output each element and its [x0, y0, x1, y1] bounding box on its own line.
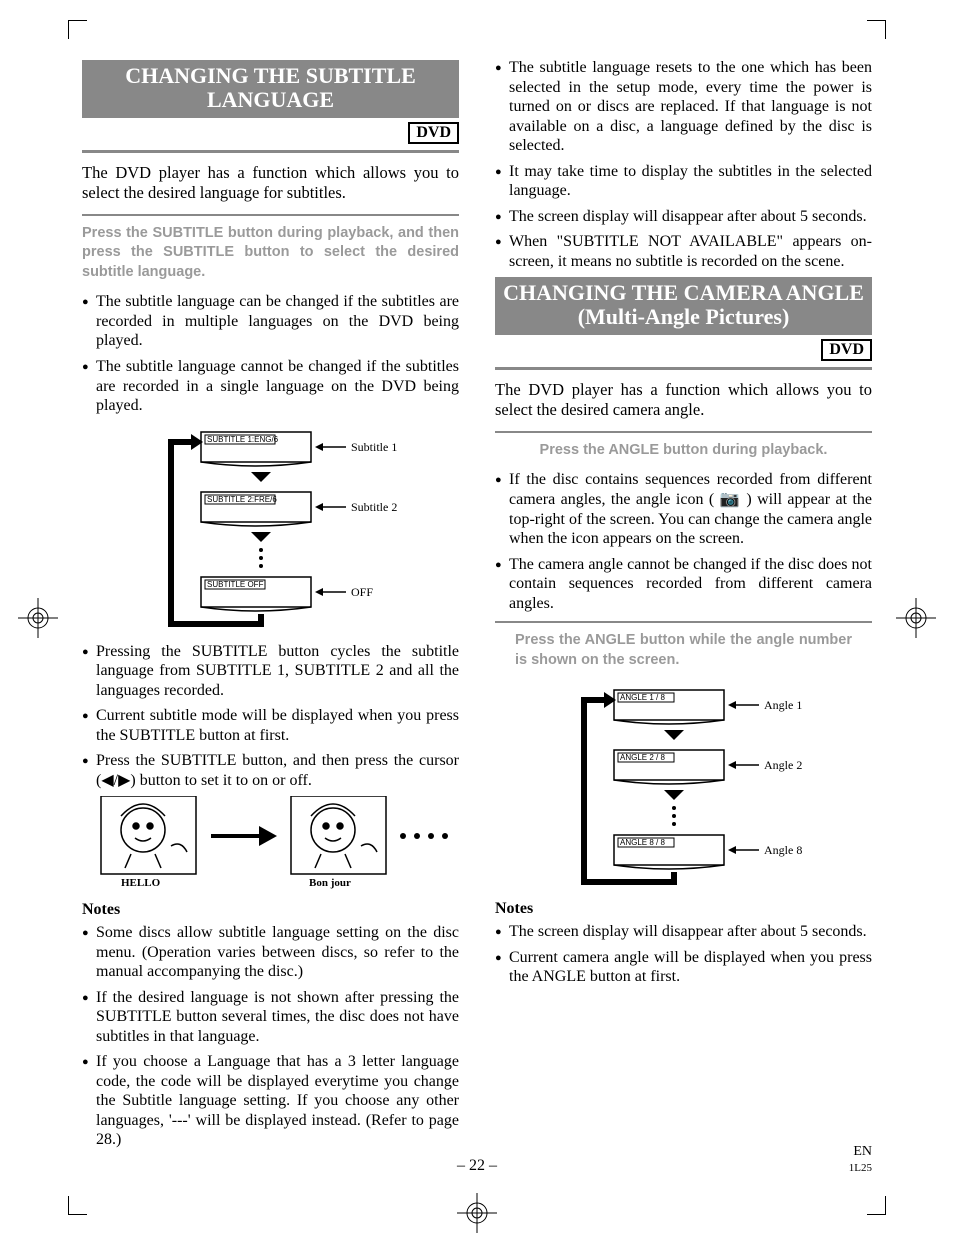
osd-label: SUBTITLE OFF	[207, 580, 264, 589]
diagram-label: Angle 8	[764, 843, 802, 857]
diagram-label: Subtitle 2	[351, 500, 397, 514]
list-item: Press the SUBTITLE button, and then pres…	[82, 751, 459, 790]
notes-list: Some discs allow subtitle language setti…	[82, 923, 459, 1150]
intro-text: The DVD player has a function which allo…	[495, 380, 872, 421]
crop-mark	[68, 1196, 87, 1215]
divider	[495, 431, 872, 433]
divider	[82, 150, 459, 153]
instruction-text: Press the SUBTITLE button during playbac…	[82, 224, 459, 283]
bullet-list: If the disc contains sequences recorded …	[495, 470, 872, 613]
registration-mark-icon	[18, 598, 58, 638]
section-heading-angle: CHANGING THE CAMERA ANGLE (Multi-Angle P…	[495, 277, 872, 335]
diagram-label: Angle 2	[764, 758, 802, 772]
section-heading-subtitle: CHANGING THE SUBTITLE LANGUAGE	[82, 60, 459, 118]
divider	[495, 621, 872, 623]
list-item: It may take time to display the subtitle…	[495, 162, 872, 201]
list-item: The subtitle language resets to the one …	[495, 58, 872, 156]
subtitle-illustration: HELLO Bon jour	[91, 796, 451, 891]
crop-mark	[867, 1196, 886, 1215]
list-item: Pressing the SUBTITLE button cycles the …	[82, 642, 459, 701]
notes-heading: Notes	[495, 900, 872, 918]
diagram-label: Subtitle 1	[351, 440, 397, 454]
illustration-caption: Bon jour	[309, 877, 351, 889]
divider	[82, 214, 459, 216]
registration-mark-icon	[457, 1193, 497, 1233]
notes-list: The screen display will disappear after …	[495, 922, 872, 987]
crop-mark	[867, 20, 886, 39]
instruction-text: Press the ANGLE button while the angle n…	[495, 631, 872, 670]
diagram-label: OFF	[351, 585, 373, 599]
divider	[495, 367, 872, 370]
crop-mark	[68, 20, 87, 39]
page-number: – 22 –	[457, 1157, 497, 1175]
osd-label: ANGLE 8 / 8	[620, 838, 665, 847]
registration-mark-icon	[896, 598, 936, 638]
dvd-badge: DVD	[821, 339, 872, 361]
angle-cycle-diagram: ANGLE 1 / 8 ANGLE 2 / 8 ANGLE 8 / 8	[524, 680, 844, 890]
instruction-text: Press the ANGLE button during playback.	[495, 441, 872, 461]
manual-page: CHANGING THE SUBTITLE LANGUAGE DVD The D…	[0, 0, 954, 1235]
diagram-label: Angle 1	[764, 698, 802, 712]
list-item: If you choose a Language that has a 3 le…	[82, 1052, 459, 1150]
list-item: Some discs allow subtitle language setti…	[82, 923, 459, 982]
footer-code: 1L25	[849, 1162, 872, 1174]
list-item: When "SUBTITLE NOT AVAILABLE" appears on…	[495, 232, 872, 271]
left-column: CHANGING THE SUBTITLE LANGUAGE DVD The D…	[82, 58, 459, 1156]
list-item: The subtitle language can be changed if …	[82, 292, 459, 351]
dvd-badge: DVD	[408, 122, 459, 144]
list-item: The screen display will disappear after …	[495, 207, 872, 227]
list-item: Current subtitle mode will be displayed …	[82, 706, 459, 745]
osd-label: ANGLE 1 / 8	[620, 693, 665, 702]
list-item: The subtitle language cannot be changed …	[82, 357, 459, 416]
bullet-list: The subtitle language can be changed if …	[82, 292, 459, 415]
list-item: If the desired language is not shown aft…	[82, 988, 459, 1047]
list-item: Current camera angle will be displayed w…	[495, 948, 872, 987]
notes-heading: Notes	[82, 901, 459, 919]
osd-label: SUBTITLE 1:ENG/6	[207, 435, 279, 444]
list-item: The camera angle cannot be changed if th…	[495, 555, 872, 614]
bullet-list: Pressing the SUBTITLE button cycles the …	[82, 642, 459, 791]
osd-label: SUBTITLE 2:FRE/6	[207, 495, 277, 504]
subtitle-cycle-diagram: SUBTITLE 1:ENG/6 SUBTITLE 2:FRE/6 SUBTIT…	[111, 422, 431, 632]
list-item: The screen display will disappear after …	[495, 922, 872, 942]
intro-text: The DVD player has a function which allo…	[82, 163, 459, 204]
list-item: If the disc contains sequences recorded …	[495, 470, 872, 548]
continued-notes-list: The subtitle language resets to the one …	[495, 58, 872, 271]
page-footer: – 22 – EN 1L25	[82, 1144, 872, 1175]
illustration-caption: HELLO	[121, 877, 161, 889]
footer-lang: EN	[853, 1144, 872, 1159]
right-column: The subtitle language resets to the one …	[495, 58, 872, 1156]
osd-label: ANGLE 2 / 8	[620, 753, 665, 762]
